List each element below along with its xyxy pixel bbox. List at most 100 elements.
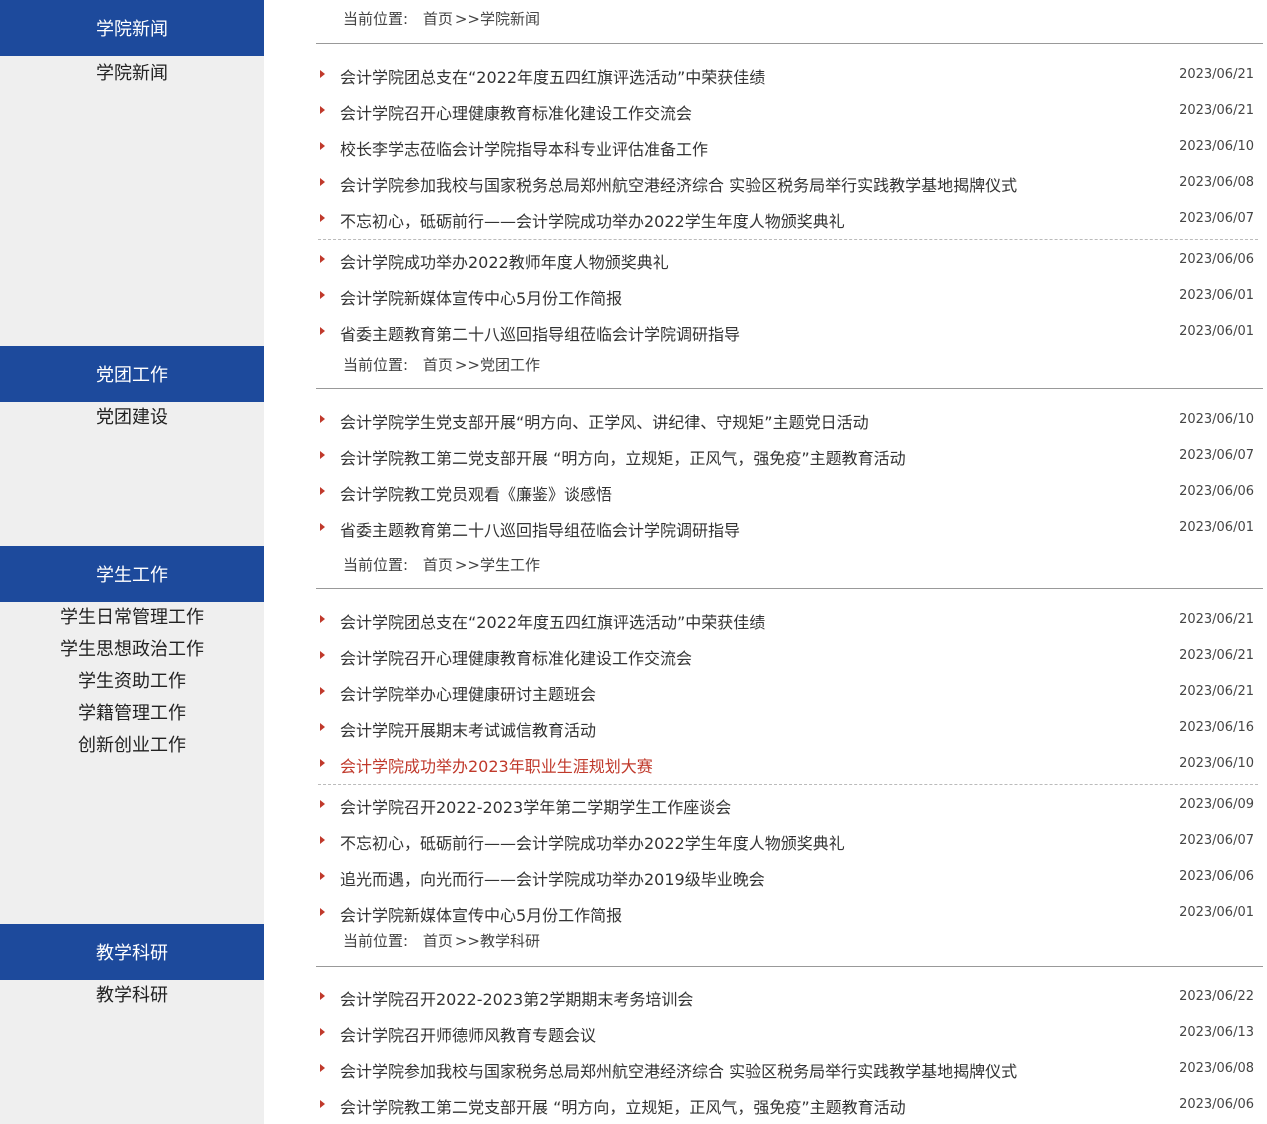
list-item[interactable]: 会计学院开展期末考试诚信教育活动 2023/06/16	[318, 711, 1258, 747]
item-title[interactable]: 不忘初心，砥砺前行——会计学院成功举办2022学生年度人物颁奖典礼	[340, 830, 845, 854]
list-item[interactable]: 会计学院召开心理健康教育标准化建设工作交流会 2023/06/21	[318, 639, 1258, 675]
bullet-icon	[320, 615, 325, 623]
item-title[interactable]: 会计学院教工党员观看《廉鉴》谈感悟	[340, 481, 612, 505]
item-title[interactable]: 省委主题教育第二十八巡回指导组莅临会计学院调研指导	[340, 321, 740, 345]
item-date: 2023/06/08	[1179, 1061, 1254, 1076]
item-title[interactable]: 会计学院召开师德师风教育专题会议	[340, 1022, 596, 1046]
item-date: 2023/06/01	[1179, 905, 1254, 920]
item-date: 2023/06/07	[1179, 833, 1254, 848]
item-title[interactable]: 会计学院参加我校与国家税务总局郑州航空港经济综合 实验区税务局举行实践教学基地揭…	[340, 172, 1017, 196]
item-title[interactable]: 会计学院召开2022-2023第2学期期末考务培训会	[340, 986, 693, 1010]
sidebar: 教学科研 教学科研	[0, 924, 264, 1124]
news-list: 会计学院团总支在“2022年度五四红旗评选活动”中荣获佳绩 2023/06/21 …	[318, 58, 1258, 351]
list-item[interactable]: 追光而遇，向光而行——会计学院成功举办2019级毕业晚会 2023/06/06	[318, 860, 1258, 896]
list-item[interactable]: 会计学院教工第二党支部开展 “明方向，立规矩，正风气，强免疫”主题教育活动 202…	[318, 1088, 1258, 1124]
item-title[interactable]: 会计学院学生党支部开展“明方向、正学风、讲纪律、守规矩”主题党日活动	[340, 409, 869, 433]
item-title[interactable]: 会计学院召开心理健康教育标准化建设工作交流会	[340, 100, 692, 124]
sidebar-link[interactable]: 学生日常管理工作	[0, 602, 264, 634]
bullet-icon	[320, 800, 325, 808]
sidebar-link[interactable]: 创新创业工作	[0, 730, 264, 762]
list-item[interactable]: 会计学院召开心理健康教育标准化建设工作交流会 2023/06/21	[318, 94, 1258, 130]
list-item[interactable]: 会计学院教工第二党支部开展 “明方向，立规矩，正风气，强免疫”主题教育活动 202…	[318, 439, 1258, 475]
bullet-icon	[320, 836, 325, 844]
item-date: 2023/06/21	[1179, 612, 1254, 627]
list-item[interactable]: 校长李学志莅临会计学院指导本科专业评估准备工作 2023/06/10	[318, 130, 1258, 166]
list-item[interactable]: 会计学院参加我校与国家税务总局郑州航空港经济综合 实验区税务局举行实践教学基地揭…	[318, 1052, 1258, 1088]
list-item[interactable]: 会计学院参加我校与国家税务总局郑州航空港经济综合 实验区税务局举行实践教学基地揭…	[318, 166, 1258, 202]
breadcrumb-home-link[interactable]: 首页	[423, 356, 453, 374]
list-item[interactable]: 会计学院成功举办2023年职业生涯规划大赛 2023/06/10	[318, 747, 1258, 783]
breadcrumb: 当前位置: 首页 >>党团工作	[343, 354, 540, 375]
list-item[interactable]: 会计学院召开2022-2023学年第二学期学生工作座谈会 2023/06/09	[318, 788, 1258, 824]
item-date: 2023/06/06	[1179, 484, 1254, 499]
list-item[interactable]: 会计学院团总支在“2022年度五四红旗评选活动”中荣获佳绩 2023/06/21	[318, 603, 1258, 639]
item-date: 2023/06/10	[1179, 412, 1254, 427]
bullet-icon	[320, 1028, 325, 1036]
item-title[interactable]: 会计学院教工第二党支部开展 “明方向，立规矩，正风气，强免疫”主题教育活动	[340, 445, 906, 469]
item-title[interactable]: 不忘初心，砥砺前行——会计学院成功举办2022学生年度人物颁奖典礼	[340, 208, 845, 232]
item-title[interactable]: 会计学院团总支在“2022年度五四红旗评选活动”中荣获佳绩	[340, 64, 765, 88]
list-item[interactable]: 会计学院新媒体宣传中心5月份工作简报 2023/06/01	[318, 279, 1258, 315]
item-title-highlighted[interactable]: 会计学院成功举办2023年职业生涯规划大赛	[340, 753, 653, 777]
list-item[interactable]: 会计学院学生党支部开展“明方向、正学风、讲纪律、守规矩”主题党日活动 2023/0…	[318, 403, 1258, 439]
breadcrumb-current[interactable]: 学生工作	[480, 556, 540, 574]
breadcrumb: 当前位置: 首页 >>学院新闻	[343, 8, 540, 29]
bullet-icon	[320, 1100, 325, 1108]
breadcrumb-current[interactable]: 学院新闻	[480, 10, 540, 28]
sidebar-header: 学院新闻	[0, 0, 264, 56]
sidebar: 学生工作 学生日常管理工作 学生思想政治工作 学生资助工作 学籍管理工作 创新创…	[0, 546, 264, 924]
breadcrumb-home-link[interactable]: 首页	[423, 10, 453, 28]
breadcrumb-separator: >>	[454, 932, 480, 950]
item-date: 2023/06/21	[1179, 684, 1254, 699]
item-title[interactable]: 会计学院教工第二党支部开展 “明方向，立规矩，正风气，强免疫”主题教育活动	[340, 1094, 906, 1118]
item-title[interactable]: 会计学院召开心理健康教育标准化建设工作交流会	[340, 645, 692, 669]
sidebar-link[interactable]: 学籍管理工作	[0, 698, 264, 730]
list-item[interactable]: 不忘初心，砥砺前行——会计学院成功举办2022学生年度人物颁奖典礼 2023/06…	[318, 202, 1258, 238]
sidebar-links: 党团建设	[0, 402, 264, 434]
section-teaching-research: 教学科研 教学科研 当前位置: 首页 >>教学科研 会计学院召开2022-2023…	[0, 924, 1267, 1124]
item-title[interactable]: 会计学院成功举办2022教师年度人物颁奖典礼	[340, 249, 669, 273]
breadcrumb-current[interactable]: 党团工作	[480, 356, 540, 374]
item-title[interactable]: 会计学院新媒体宣传中心5月份工作简报	[340, 902, 622, 926]
section-party-work: 党团工作 党团建设 当前位置: 首页 >>党团工作 会计学院学生党支部开展“明方向…	[0, 346, 1267, 546]
bullet-icon	[320, 451, 325, 459]
sidebar-link[interactable]: 学院新闻	[0, 58, 264, 90]
item-title[interactable]: 会计学院开展期末考试诚信教育活动	[340, 717, 596, 741]
item-title[interactable]: 会计学院召开2022-2023学年第二学期学生工作座谈会	[340, 794, 731, 818]
breadcrumb-current[interactable]: 教学科研	[480, 932, 540, 950]
item-date: 2023/06/16	[1179, 720, 1254, 735]
breadcrumb-separator: >>	[454, 10, 480, 28]
item-date: 2023/06/08	[1179, 175, 1254, 190]
breadcrumb-home-link[interactable]: 首页	[423, 932, 453, 950]
item-date: 2023/06/21	[1179, 103, 1254, 118]
section-college-news: 学院新闻 学院新闻 当前位置: 首页 >>学院新闻 会计学院团总支在“2022年度…	[0, 0, 1267, 346]
item-title[interactable]: 会计学院参加我校与国家税务总局郑州航空港经济综合 实验区税务局举行实践教学基地揭…	[340, 1058, 1017, 1082]
breadcrumb-home-link[interactable]: 首页	[423, 556, 453, 574]
sidebar-links: 学院新闻	[0, 58, 264, 90]
bullet-icon	[320, 487, 325, 495]
item-date: 2023/06/06	[1179, 252, 1254, 267]
section-student-work: 学生工作 学生日常管理工作 学生思想政治工作 学生资助工作 学籍管理工作 创新创…	[0, 546, 1267, 926]
list-item[interactable]: 会计学院团总支在“2022年度五四红旗评选活动”中荣获佳绩 2023/06/21	[318, 58, 1258, 94]
bullet-icon	[320, 992, 325, 1000]
bullet-icon	[320, 255, 325, 263]
sidebar-link[interactable]: 党团建设	[0, 402, 264, 434]
list-item[interactable]: 会计学院举办心理健康研讨主题班会 2023/06/21	[318, 675, 1258, 711]
item-title[interactable]: 追光而遇，向光而行——会计学院成功举办2019级毕业晚会	[340, 866, 765, 890]
item-title[interactable]: 会计学院新媒体宣传中心5月份工作简报	[340, 285, 622, 309]
list-item[interactable]: 省委主题教育第二十八巡回指导组莅临会计学院调研指导 2023/06/01	[318, 511, 1258, 547]
item-title[interactable]: 会计学院举办心理健康研讨主题班会	[340, 681, 596, 705]
item-title[interactable]: 省委主题教育第二十八巡回指导组莅临会计学院调研指导	[340, 517, 740, 541]
list-item[interactable]: 会计学院召开师德师风教育专题会议 2023/06/13	[318, 1016, 1258, 1052]
breadcrumb-label: 当前位置:	[343, 932, 409, 950]
list-item[interactable]: 会计学院教工党员观看《廉鉴》谈感悟 2023/06/06	[318, 475, 1258, 511]
list-item[interactable]: 会计学院召开2022-2023第2学期期末考务培训会 2023/06/22	[318, 980, 1258, 1016]
sidebar-link[interactable]: 学生资助工作	[0, 666, 264, 698]
item-title[interactable]: 校长李学志莅临会计学院指导本科专业评估准备工作	[340, 136, 708, 160]
list-item[interactable]: 会计学院成功举办2022教师年度人物颁奖典礼 2023/06/06	[318, 243, 1258, 279]
sidebar-link[interactable]: 学生思想政治工作	[0, 634, 264, 666]
bullet-icon	[320, 415, 325, 423]
sidebar-link[interactable]: 教学科研	[0, 980, 264, 1012]
list-item[interactable]: 不忘初心，砥砺前行——会计学院成功举办2022学生年度人物颁奖典礼 2023/06…	[318, 824, 1258, 860]
item-title[interactable]: 会计学院团总支在“2022年度五四红旗评选活动”中荣获佳绩	[340, 609, 765, 633]
